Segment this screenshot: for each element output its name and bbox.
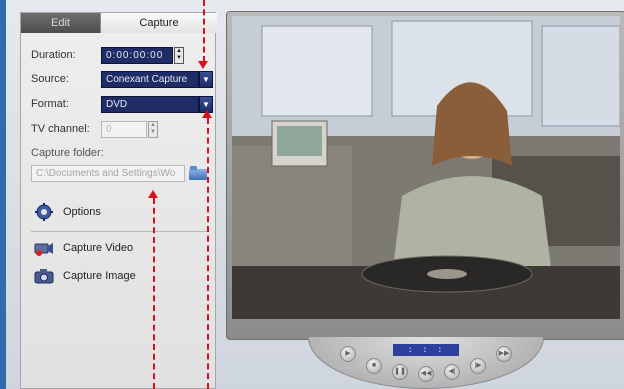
stop-icon: ■ (371, 362, 377, 369)
duration-row: Duration: 0:00:00:00 ▲ ▼ (31, 46, 184, 64)
video-camera-icon (33, 238, 55, 258)
tab-capture[interactable]: Capture (101, 13, 217, 33)
source-select[interactable]: Conexant Capture (101, 70, 199, 88)
photo-camera-icon (33, 266, 55, 286)
duration-stepper[interactable]: ▲ ▼ (174, 46, 184, 64)
duration-label: Duration: (31, 49, 76, 61)
capture-video-label: Capture Video (63, 242, 134, 254)
format-row: Format: DVD ▼ (31, 95, 213, 113)
source-label: Source: (31, 73, 69, 85)
capture-image-label: Capture Image (63, 270, 136, 282)
capture-folder-field[interactable]: C:\Documents and Settings\Wo (31, 164, 185, 182)
annotation-arrow-up-folder (148, 190, 158, 198)
folder-icon[interactable] (189, 166, 207, 180)
tab-edit[interactable]: Edit (21, 13, 101, 33)
tv-channel-stepper: ▲ ▼ (148, 120, 158, 138)
play-button[interactable]: ▶ (340, 346, 356, 362)
chevron-down-icon: ▼ (202, 74, 210, 84)
rewind-icon: ◀◀ (420, 370, 432, 377)
capture-window: Edit Capture Duration: 0:00:00:00 ▲ ▼ So… (0, 0, 624, 389)
annotation-arrow-down (198, 61, 208, 69)
rewind-button[interactable]: ◀◀ (418, 366, 434, 382)
annotation-guide-folder (153, 198, 155, 389)
fast-forward-icon: ▶▶ (498, 350, 510, 357)
video-preview (232, 16, 620, 319)
video-frame-image (232, 16, 620, 319)
gear-icon (33, 202, 55, 222)
step-back-button[interactable]: ◀| (444, 364, 460, 380)
stop-button[interactable]: ■ (366, 358, 382, 374)
format-select[interactable]: DVD (101, 95, 199, 113)
tv-channel-field: 0 (101, 120, 147, 138)
play-icon: ▶ (345, 350, 351, 357)
capture-settings-panel: Edit Capture Duration: 0:00:00:00 ▲ ▼ So… (20, 12, 217, 389)
step-forward-button[interactable]: |▶ (470, 358, 486, 374)
chevron-down-icon: ▼ (202, 99, 210, 109)
annotation-guide-format (207, 118, 209, 389)
spin-up-icon: ▲ (150, 121, 156, 128)
panel-divider (31, 231, 207, 232)
format-label: Format: (31, 98, 69, 110)
annotation-arrow-up (202, 110, 212, 118)
capture-image-button[interactable]: Capture Image (33, 265, 136, 287)
step-back-icon: ◀| (448, 368, 456, 375)
mode-tabs: Edit Capture (21, 13, 217, 33)
capture-folder-row: C:\Documents and Settings\Wo (31, 164, 207, 182)
spin-down-icon: ▼ (150, 129, 156, 135)
source-row: Source: Conexant Capture ▼ (31, 70, 213, 88)
player-timecode: : : : (393, 344, 459, 356)
spin-down-icon[interactable]: ▼ (175, 55, 183, 63)
step-forward-icon: |▶ (474, 362, 482, 369)
capture-folder-label-row: Capture folder: (31, 144, 104, 162)
duration-field[interactable]: 0:00:00:00 (101, 46, 173, 64)
pause-icon: ❚❚ (394, 368, 406, 375)
source-dropdown-button[interactable]: ▼ (199, 70, 213, 88)
options-button[interactable]: Options (33, 201, 101, 223)
annotation-guide-source (203, 0, 205, 62)
options-label: Options (63, 206, 101, 218)
capture-video-button[interactable]: Capture Video (33, 237, 133, 259)
capture-folder-label: Capture folder: (31, 147, 104, 159)
pause-button[interactable]: ❚❚ (392, 364, 408, 380)
spin-up-icon[interactable]: ▲ (175, 48, 183, 56)
tv-channel-row: TV channel: 0 ▲ ▼ (31, 120, 158, 138)
fast-forward-button[interactable]: ▶▶ (496, 346, 512, 362)
tv-channel-label: TV channel: (31, 123, 90, 135)
